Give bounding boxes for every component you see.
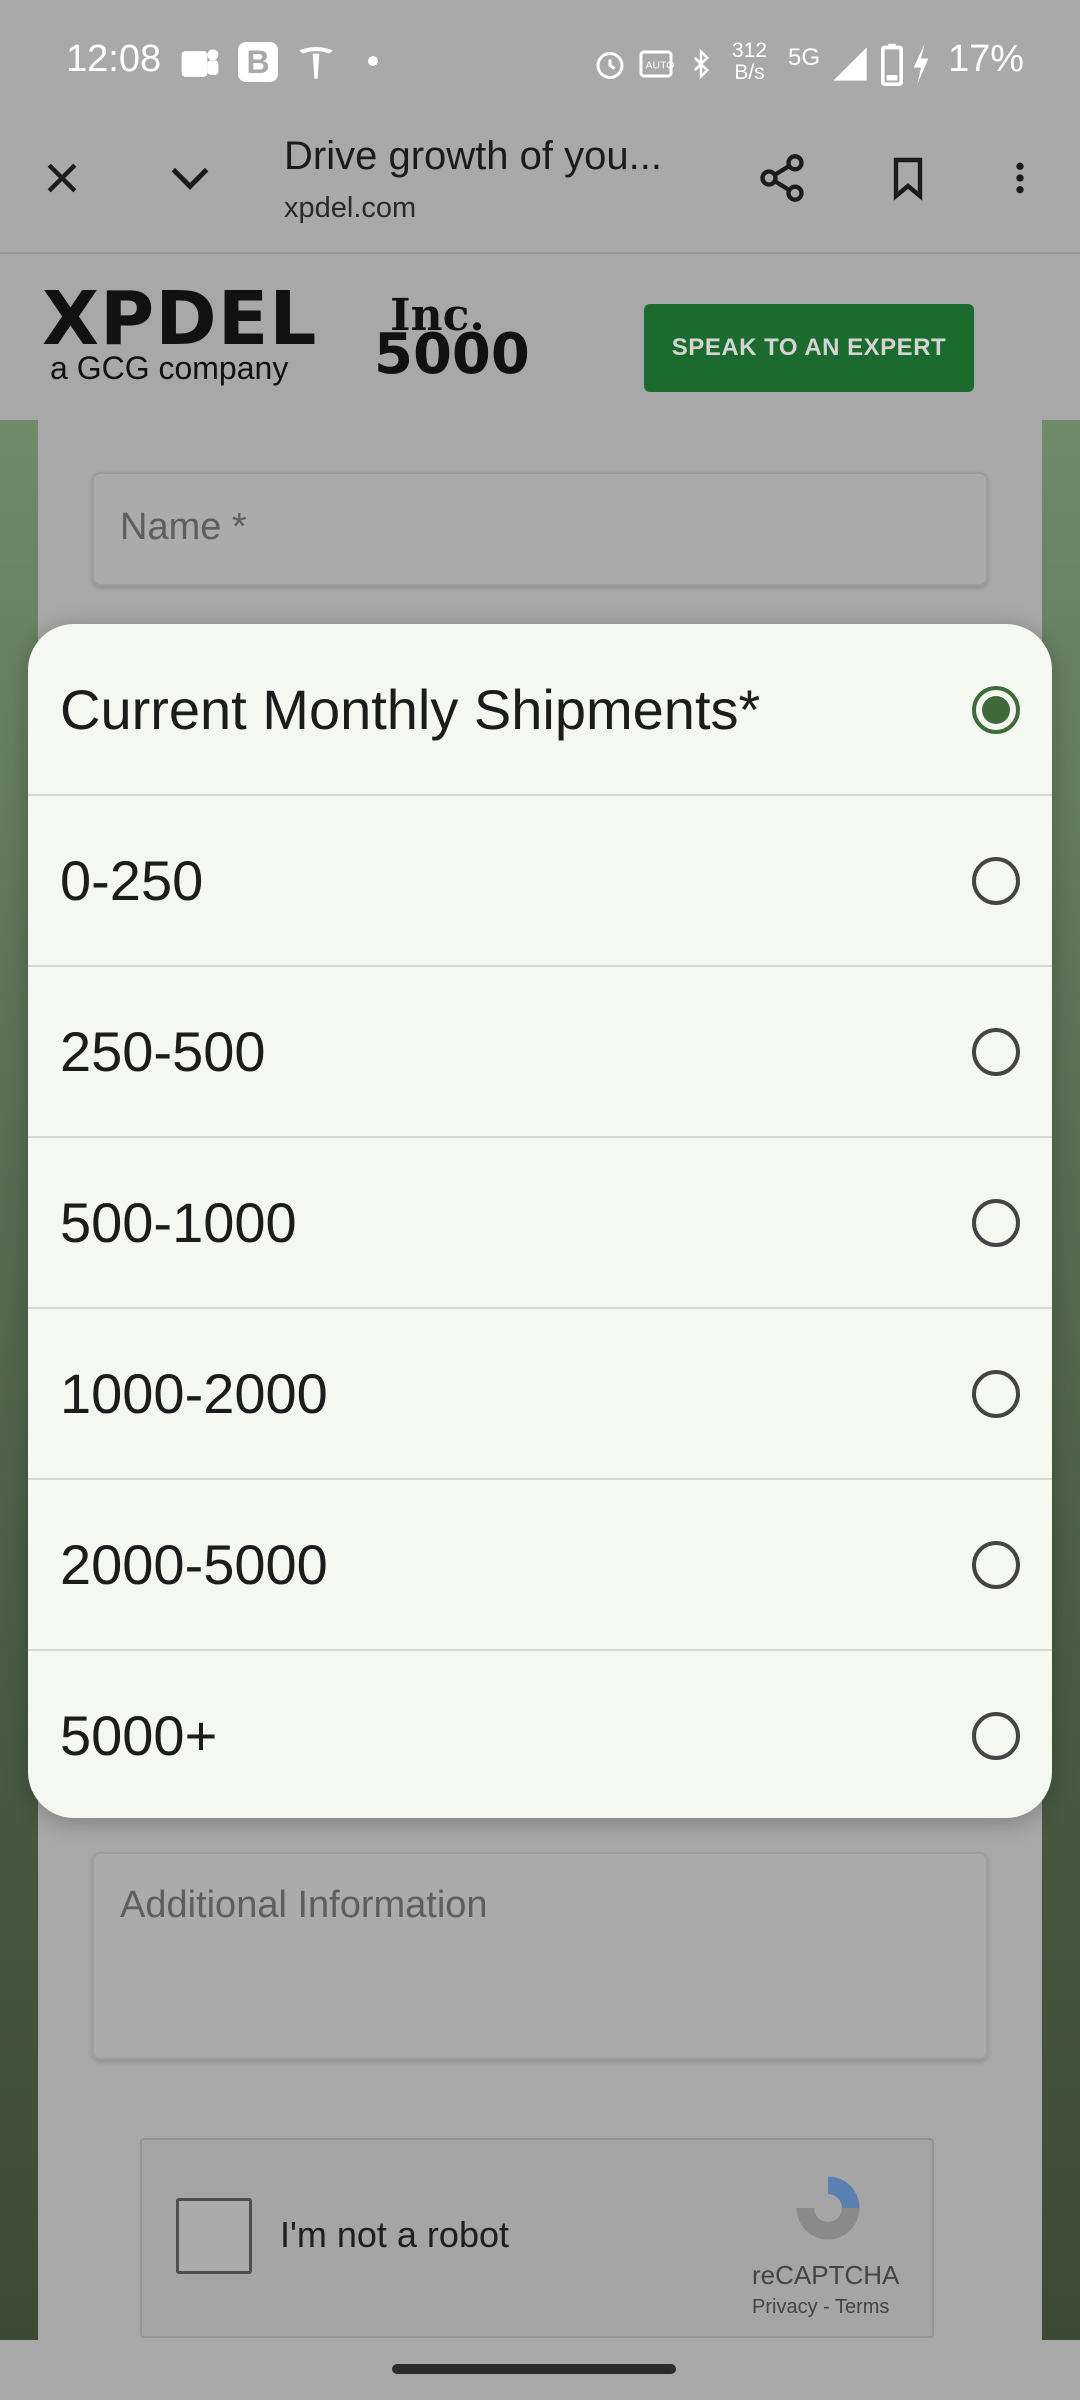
speak-to-expert-button[interactable]: SPEAK TO AN EXPERT <box>644 304 974 392</box>
chevron-down-icon <box>171 167 209 190</box>
page-url: xpdel.com <box>284 192 417 224</box>
radio-unselected-icon[interactable] <box>972 1369 1020 1418</box>
additional-info-textarea[interactable]: Additional Information <box>92 1852 988 2060</box>
additional-info-placeholder: Additional Information <box>120 1884 488 1926</box>
charging-icon <box>910 42 932 91</box>
radio-unselected-icon[interactable] <box>972 856 1020 905</box>
option-label: Current Monthly Shipments* <box>60 678 761 741</box>
bluetooth-icon <box>686 44 716 89</box>
option-label: 250-500 <box>60 1020 266 1083</box>
name-placeholder: Name * <box>120 506 247 548</box>
status-bar: 12:08 B AUTO 312 B/s 5G 17% <box>0 0 1080 126</box>
battery-icon <box>880 42 904 91</box>
net-speed: 312 B/s <box>732 40 767 84</box>
status-time: 12:08 <box>66 38 162 80</box>
page-title: Drive growth of you... <box>284 134 662 178</box>
radio-selected-icon[interactable] <box>972 685 1020 734</box>
option-0-250[interactable]: 0-250 <box>28 794 1052 965</box>
recaptcha-widget: I'm not a robot reCAPTCHA Privacy - Term… <box>140 2138 934 2338</box>
recaptcha-brand: reCAPTCHA <box>752 2260 900 2290</box>
radio-unselected-icon[interactable] <box>972 1027 1020 1076</box>
tesla-icon <box>296 40 336 89</box>
bookmark-icon <box>893 157 923 201</box>
shipments-select-dialog: Current Monthly Shipments* 0-250 250-500… <box>28 624 1052 1818</box>
option-current-monthly-shipments[interactable]: Current Monthly Shipments* <box>28 624 1052 795</box>
alarm-icon <box>592 46 628 87</box>
b-app-icon: B <box>238 42 278 82</box>
option-label: 0-250 <box>60 849 204 912</box>
option-label: 500-1000 <box>60 1191 297 1254</box>
option-250-500[interactable]: 250-500 <box>28 965 1052 1136</box>
svg-text:AUTO: AUTO <box>646 60 675 72</box>
teams-icon <box>178 42 222 94</box>
battery-percent: 17% <box>947 38 1024 80</box>
recaptcha-checkbox[interactable] <box>176 2198 252 2274</box>
more-vert-icon <box>1016 162 1024 194</box>
option-2000-5000[interactable]: 2000-5000 <box>28 1478 1052 1649</box>
option-label: 2000-5000 <box>60 1533 328 1596</box>
recaptcha-logo-icon <box>786 2166 870 2255</box>
net-speed-value: 312 <box>732 39 768 62</box>
radio-unselected-icon[interactable] <box>972 1711 1020 1760</box>
option-500-1000[interactable]: 500-1000 <box>28 1136 1052 1307</box>
close-icon <box>47 163 77 193</box>
dot-icon <box>368 56 378 66</box>
minimize-tab-button[interactable] <box>150 138 230 218</box>
bookmark-button[interactable] <box>868 138 948 218</box>
recaptcha-privacy-terms[interactable]: Privacy - Terms <box>752 2296 889 2319</box>
signal-icon <box>830 44 870 89</box>
recaptcha-label: I'm not a robot <box>280 2214 509 2255</box>
radio-unselected-icon[interactable] <box>972 1198 1020 1247</box>
logo-subtitle: a GCG company <box>50 350 289 386</box>
network-type: 5G <box>788 44 821 71</box>
more-options-button[interactable] <box>980 138 1060 218</box>
share-button[interactable] <box>742 138 822 218</box>
option-label: 1000-2000 <box>60 1362 328 1425</box>
net-speed-unit: B/s <box>734 61 765 84</box>
name-input[interactable]: Name * <box>92 472 988 586</box>
nfc-icon: AUTO <box>638 46 674 87</box>
share-icon <box>760 154 804 202</box>
option-label: 5000+ <box>60 1704 218 1767</box>
home-gesture-pill[interactable] <box>392 2364 676 2374</box>
inc-badge-bottom: 5000 <box>374 322 530 387</box>
option-5000-plus[interactable]: 5000+ <box>28 1649 1052 1818</box>
close-tab-button[interactable] <box>22 138 102 218</box>
option-1000-2000[interactable]: 1000-2000 <box>28 1307 1052 1478</box>
radio-unselected-icon[interactable] <box>972 1540 1020 1589</box>
